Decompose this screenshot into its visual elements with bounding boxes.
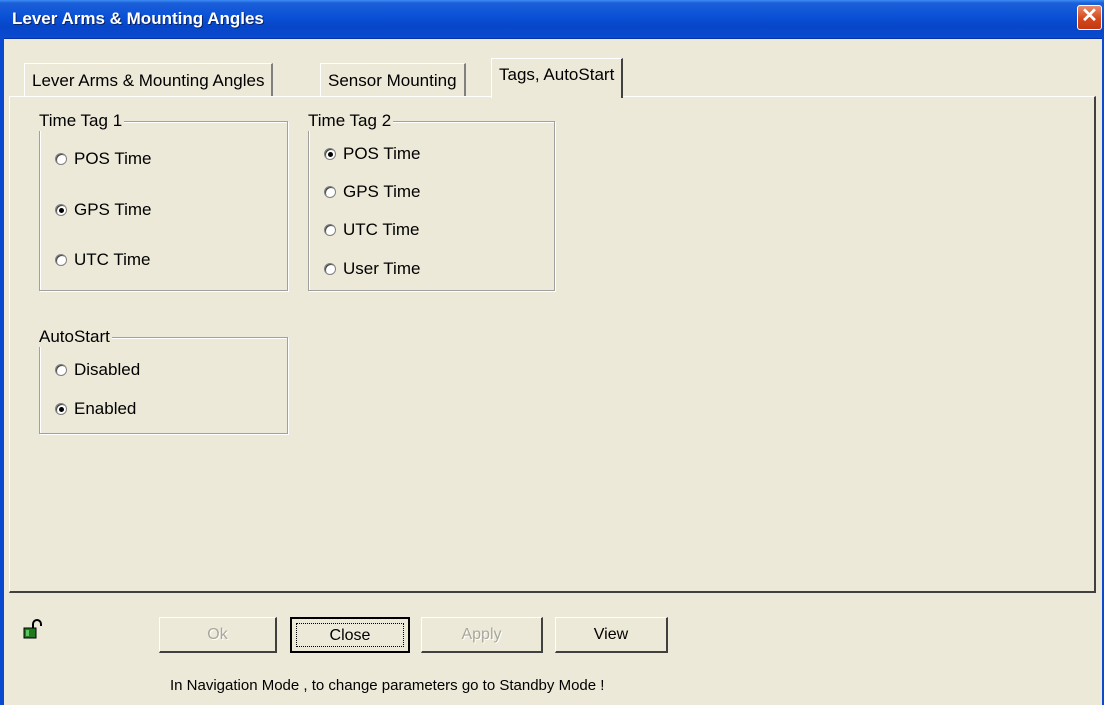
radio-icon	[55, 153, 67, 165]
radio-icon	[324, 186, 336, 198]
close-button[interactable]: Close	[290, 617, 410, 653]
title-bar[interactable]: Lever Arms & Mounting Angles ✕	[0, 0, 1104, 39]
apply-button[interactable]: Apply	[421, 617, 543, 653]
view-button[interactable]: View	[555, 617, 668, 653]
time-tag-1-pos-time-radio[interactable]: POS Time	[55, 149, 151, 169]
status-message: In Navigation Mode , to change parameter…	[170, 677, 605, 694]
lock-icon	[23, 619, 42, 639]
time-tag-2-gps-time-radio[interactable]: GPS Time	[324, 182, 420, 202]
time-tag-1-gps-time-radio[interactable]: GPS Time	[55, 200, 151, 220]
radio-selected-icon	[55, 204, 67, 216]
autostart-disabled-radio[interactable]: Disabled	[55, 360, 140, 380]
radio-label: GPS Time	[343, 182, 421, 201]
radio-selected-icon	[55, 403, 67, 415]
radio-icon	[324, 224, 336, 236]
time-tag-2-pos-time-radio[interactable]: POS Time	[324, 144, 420, 164]
dialog-window: Lever Arms & Mounting Angles ✕ Lever Arm…	[0, 0, 1104, 705]
button-label: Apply	[461, 626, 502, 643]
group-title: Time Tag 1	[39, 111, 125, 131]
ok-button[interactable]: Ok	[159, 617, 277, 653]
time-tag-2-user-time-radio[interactable]: User Time	[324, 259, 420, 279]
time-tag-1-utc-time-radio[interactable]: UTC Time	[55, 250, 151, 270]
radio-label: POS Time	[343, 144, 421, 163]
autostart-group: AutoStart Disabled Enabled	[39, 327, 288, 434]
radio-label: User Time	[343, 259, 421, 278]
tab-label: Lever Arms & Mounting Angles	[32, 71, 265, 90]
radio-label: POS Time	[74, 149, 152, 168]
group-title: AutoStart	[39, 327, 112, 347]
window-title: Lever Arms & Mounting Angles	[12, 9, 264, 28]
radio-label: UTC Time	[74, 250, 151, 269]
tab-label: Sensor Mounting	[328, 71, 457, 90]
tab-lever-arms[interactable]: Lever Arms & Mounting Angles	[24, 63, 274, 97]
radio-icon	[55, 364, 67, 376]
close-window-button[interactable]: ✕	[1077, 5, 1102, 30]
tab-sensor-mounting[interactable]: Sensor Mounting	[320, 63, 466, 97]
button-label: Close	[296, 623, 404, 647]
button-label: View	[593, 626, 629, 643]
button-label: Ok	[207, 626, 228, 643]
autostart-enabled-radio[interactable]: Enabled	[55, 399, 136, 419]
radio-label: Enabled	[74, 399, 137, 418]
radio-selected-icon	[324, 148, 336, 160]
close-icon: ✕	[1081, 5, 1098, 27]
radio-icon	[55, 254, 67, 266]
tab-label: Tags, AutoStart	[499, 65, 615, 84]
tab-tags-autostart[interactable]: Tags, AutoStart	[491, 58, 624, 98]
radio-icon	[324, 263, 336, 275]
radio-label: Disabled	[74, 360, 141, 379]
radio-label: UTC Time	[343, 220, 420, 239]
radio-label: GPS Time	[74, 200, 152, 219]
time-tag-2-group: Time Tag 2 POS Time GPS Time UTC Time Us…	[308, 111, 555, 291]
group-title: Time Tag 2	[308, 111, 394, 131]
window-border-left	[0, 38, 4, 705]
time-tag-1-group: Time Tag 1 POS Time GPS Time UTC Time	[39, 111, 288, 291]
time-tag-2-utc-time-radio[interactable]: UTC Time	[324, 220, 420, 240]
